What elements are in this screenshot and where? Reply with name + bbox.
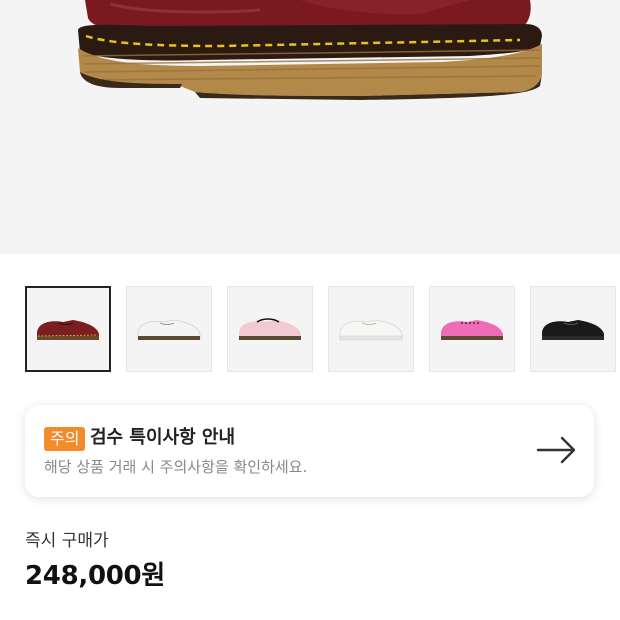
thumbnail-white-mono[interactable]	[328, 286, 414, 372]
shoe-icon	[137, 319, 201, 340]
hero-shoe-illustration	[78, 0, 542, 100]
shoe-icon	[441, 320, 503, 340]
inspection-notice-card[interactable]: 주의 검수 특이사항 안내 해당 상품 거래 시 주의사항을 확인하세요.	[25, 405, 594, 497]
arrow-right-icon[interactable]	[536, 435, 578, 465]
instant-buy-price-label: 즉시 구매가	[25, 531, 109, 551]
notice-title: 검수 특이사항 안내	[90, 427, 236, 448]
caution-badge: 주의	[44, 427, 86, 451]
thumbnail-black[interactable]	[530, 286, 616, 372]
thumbnail-hot-pink[interactable]	[429, 286, 515, 372]
shoe-icon	[239, 318, 301, 340]
thumbnail-pale-pink[interactable]	[227, 286, 313, 372]
shoe-icon	[37, 320, 99, 340]
shoe-icon	[542, 320, 604, 340]
shoe-icon	[339, 319, 403, 341]
thumbnail-cherry-red[interactable]	[25, 286, 111, 372]
instant-buy-price: 248,000원	[25, 561, 165, 591]
product-hero-image	[0, 0, 620, 254]
notice-description: 해당 상품 거래 시 주의사항을 확인하세요.	[44, 458, 308, 476]
thumbnail-white[interactable]	[126, 286, 212, 372]
